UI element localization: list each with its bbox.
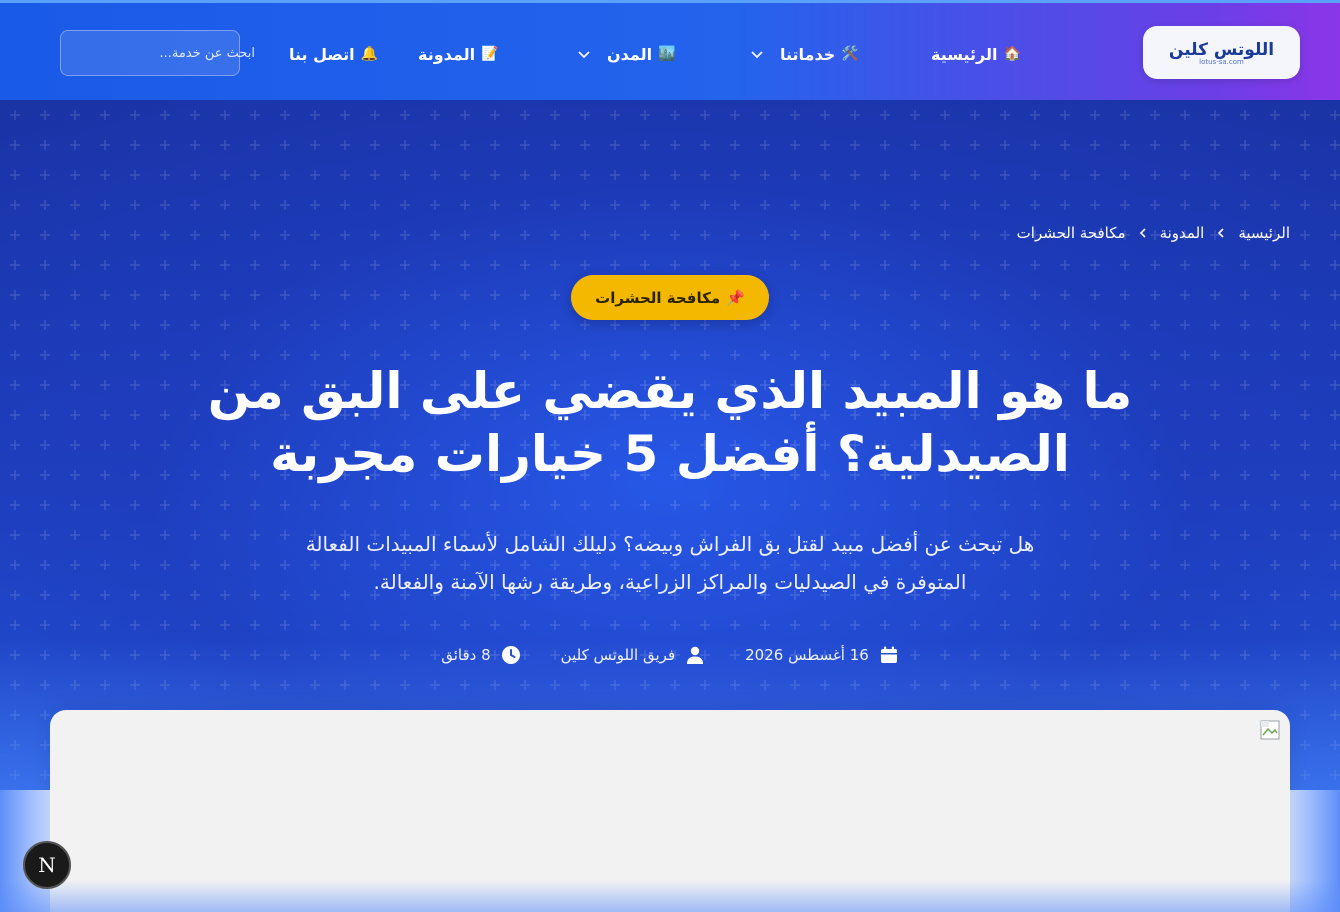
meta-author: فريق اللوتس كلين xyxy=(561,645,705,665)
breadcrumb-blog[interactable]: المدونة xyxy=(1160,224,1205,242)
nav-item-label: اتصل بنا xyxy=(289,44,355,64)
logo-text: اللوتس كلين xyxy=(1168,39,1275,60)
nav-item-label: المدن xyxy=(607,44,653,64)
home-icon: 🏠 xyxy=(1003,46,1021,62)
category-label: مكافحة الحشرات xyxy=(595,288,721,307)
bottom-fade xyxy=(0,880,1340,912)
nav-item-label: الرئيسية xyxy=(931,44,998,64)
subtitle-line-2: المتوفرة في الصيدليات والمراكز الزراعية،… xyxy=(373,570,967,594)
chevron-left-icon xyxy=(1139,228,1146,238)
title-line-2: الصيدلية؟ أفضل 5 خيارات مجربة xyxy=(270,425,1070,483)
nav-item-services[interactable]: 🛠️ خدماتنا xyxy=(750,41,859,67)
pin-icon: 📌 xyxy=(726,288,745,307)
nav-item-home[interactable]: 🏠 الرئيسية xyxy=(931,41,1021,67)
subtitle-line-1: هل تبحث عن أفضل مبيد لقتل بق الفراش وبيض… xyxy=(305,532,1035,556)
calendar-icon xyxy=(880,646,897,663)
category-badge[interactable]: 📌 مكافحة الحشرات xyxy=(571,275,769,320)
article-hero: الرئيسية المدونة مكافحة الحشرات 📌 مكافحة… xyxy=(0,100,1340,790)
search-box[interactable] xyxy=(60,30,255,76)
chevron-down-icon xyxy=(751,51,763,59)
city-icon: 🏙️ xyxy=(658,46,676,62)
bell-icon: 🔔 xyxy=(360,46,379,62)
search-input[interactable] xyxy=(85,45,255,61)
nav-item-contact[interactable]: 🔔 اتصل بنا xyxy=(289,41,378,67)
title-line-1: ما هو المبيد الذي يقضي على البق من xyxy=(207,362,1133,420)
top-navbar: اللوتس كلين lotus-sa.com 🏠 الرئيسية 🛠️ خ… xyxy=(0,0,1340,100)
nav-item-label: خدماتنا xyxy=(780,44,836,64)
article-title: ما هو المبيد الذي يقضي على البق من الصيد… xyxy=(120,360,1220,486)
nav-item-label: المدونة xyxy=(418,44,476,64)
tools-icon: 🛠️ xyxy=(841,46,859,62)
article-subtitle: هل تبحث عن أفضل مبيد لقتل بق الفراش وبيض… xyxy=(200,525,1140,601)
site-logo[interactable]: اللوتس كلين lotus-sa.com xyxy=(1143,26,1300,79)
nav-item-blog[interactable]: 📝 المدونة xyxy=(418,41,499,67)
broken-image-icon xyxy=(1260,720,1280,740)
read-time-text: 8 دقائق xyxy=(441,646,491,664)
chevron-left-icon xyxy=(1218,228,1224,238)
date-text: 16 أغسطس 2026 xyxy=(745,646,869,664)
article-meta: 16 أغسطس 2026 فريق اللوتس كلين 8 دقائق xyxy=(0,645,1340,665)
author-text: فريق اللوتس كلين xyxy=(560,646,676,664)
chevron-down-icon xyxy=(578,51,590,59)
clock-icon xyxy=(501,646,520,664)
framework-dev-badge[interactable]: N xyxy=(23,841,71,889)
breadcrumb: الرئيسية المدونة مكافحة الحشرات xyxy=(1017,224,1290,242)
breadcrumb-home[interactable]: الرئيسية xyxy=(1238,224,1290,242)
breadcrumb-current: مكافحة الحشرات xyxy=(1016,224,1126,242)
user-icon xyxy=(687,646,704,664)
memo-icon: 📝 xyxy=(481,46,499,62)
meta-read-time: 8 دقائق xyxy=(441,645,520,665)
meta-date: 16 أغسطس 2026 xyxy=(745,645,899,665)
nav-item-cities[interactable]: 🏙️ المدن xyxy=(577,41,676,67)
